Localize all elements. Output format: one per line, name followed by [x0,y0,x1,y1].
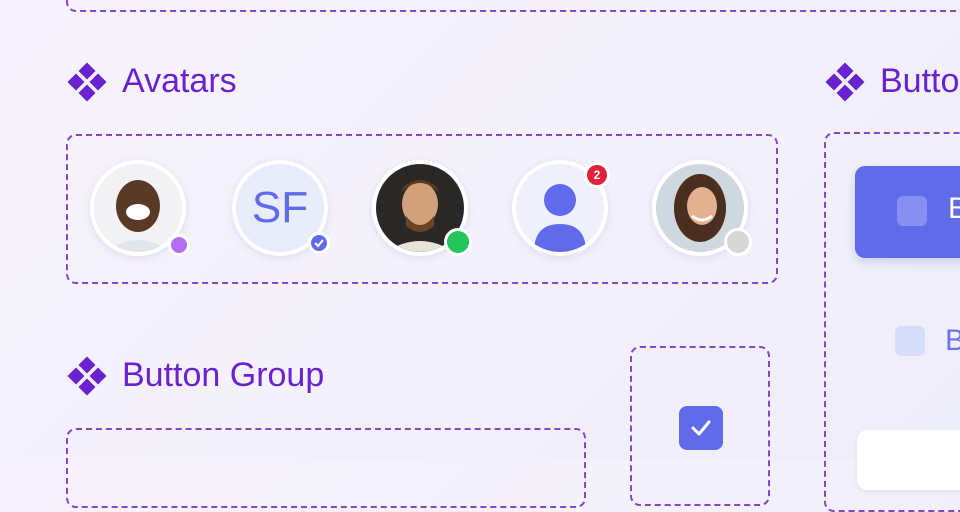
notification-badge: 2 [584,162,610,188]
component-icon [67,62,107,101]
avatars-section-title: Avatars [67,62,237,101]
buttons-section-title: Butto [825,62,960,101]
check-icon [691,420,711,436]
top-frame [66,0,960,12]
avatar-4[interactable]: 2 [512,160,610,256]
component-icon [67,356,107,395]
avatar-2[interactable]: SF [232,160,330,256]
avatars-label: Avatars [122,62,237,100]
secondary-button[interactable]: B [895,324,960,358]
white-button[interactable] [857,430,960,490]
button-icon [897,196,927,226]
avatar-3[interactable] [372,160,472,256]
button-icon [895,326,925,356]
component-icon [825,62,865,101]
offline-status-indicator [724,228,752,256]
button-group-section-title: Button Group [67,356,325,395]
status-indicator [168,234,190,256]
avatar-5[interactable] [652,160,752,256]
verified-icon [308,232,330,254]
online-status-indicator [444,228,472,256]
checkbox-checked[interactable] [679,406,723,450]
buttons-label: Butto [880,62,960,100]
avatar-initials: SF [251,183,309,232]
button-group-label: Button Group [122,356,325,394]
primary-button-label: B [948,192,960,225]
secondary-button-label: B [945,324,960,357]
primary-button[interactable]: B [855,166,960,258]
button-group-frame [66,428,586,508]
avatar-1[interactable] [90,160,190,256]
